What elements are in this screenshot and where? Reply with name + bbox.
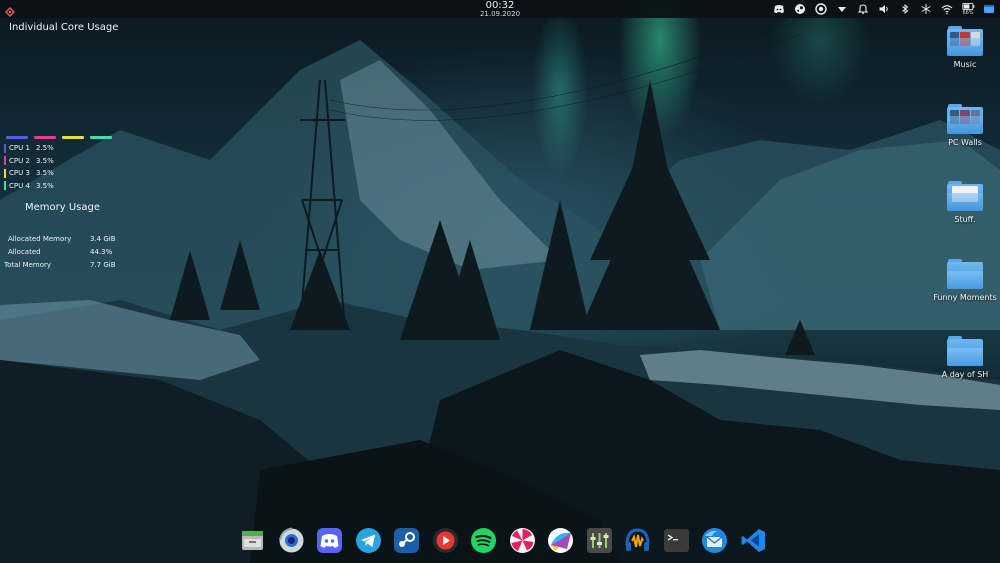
steam-tray-icon[interactable]	[793, 2, 807, 16]
desktop-icon-label: Stuff.	[954, 215, 976, 224]
desktop-icon-label: Music	[953, 60, 977, 69]
cpu-row: CPU 3 3.5%	[4, 167, 54, 180]
cpu-row: CPU 4 3.5%	[4, 180, 54, 193]
snowflake-icon[interactable]	[919, 2, 933, 16]
cpu-row: CPU 2 3.5%	[4, 155, 54, 168]
folder-icon	[947, 336, 983, 366]
cpu-color-marker	[4, 168, 6, 178]
desktop-folder-funny-moments[interactable]: Funny Moments	[930, 259, 1000, 302]
desktop-icon-label: Funny Moments	[933, 293, 997, 302]
mixer-icon[interactable]	[586, 527, 613, 554]
desktop-icon-label: PC Walls	[948, 138, 982, 147]
memory-row: Allocated 44.3%	[4, 245, 124, 258]
top-panel: 00:32 21.09.2020 66%	[0, 0, 1000, 18]
memory-table: Allocated Memory 3.4 GiB Allocated 44.3%…	[4, 232, 124, 271]
memory-row: Allocated Memory 3.4 GiB	[4, 232, 124, 245]
youtube-music-icon[interactable]	[432, 527, 459, 554]
memory-label: Total Memory	[4, 260, 52, 269]
cpu-row: CPU 1 2.5%	[4, 142, 54, 155]
folder-icon	[947, 26, 983, 56]
volume-icon[interactable]	[877, 2, 891, 16]
cpu-color-marker	[4, 143, 6, 153]
telegram-icon[interactable]	[355, 527, 382, 554]
cpu-name: CPU 2	[9, 156, 30, 165]
battery-icon[interactable]: 66%	[961, 2, 975, 16]
memory-row: Total Memory 7.7 GiB	[4, 258, 124, 271]
folder-icon	[947, 259, 983, 289]
file-manager-icon[interactable]	[239, 527, 266, 554]
folder-icon	[947, 181, 983, 211]
cpu-list: CPU 1 2.5% CPU 2 3.5% CPU 3 3.5% CPU 4 3…	[4, 142, 54, 192]
memory-label: Allocated Memory	[8, 234, 72, 243]
memory-label: Allocated	[8, 247, 41, 256]
lollypop-icon[interactable]	[509, 527, 536, 554]
folder-icon	[947, 104, 983, 134]
clock[interactable]: 00:32 21.09.2020	[450, 0, 550, 18]
desktop-folder-pc-walls[interactable]: PC Walls	[930, 104, 1000, 147]
cpu-color-marker	[4, 156, 6, 166]
steam-icon[interactable]	[393, 527, 420, 554]
chromium-icon[interactable]	[278, 527, 305, 554]
cpu-color-marker	[4, 181, 6, 191]
vscode-icon[interactable]	[740, 527, 767, 554]
spotify-icon[interactable]	[470, 527, 497, 554]
core-bar-4	[90, 136, 112, 139]
cpu-name: CPU 1	[9, 144, 30, 153]
clock-date: 21.09.2020	[479, 10, 521, 18]
cpu-value: 2.5%	[36, 144, 54, 153]
discord-tray-icon[interactable]	[772, 2, 786, 16]
wifi-icon[interactable]	[940, 2, 954, 16]
bluetooth-icon[interactable]	[898, 2, 912, 16]
thunderbird-icon[interactable]	[701, 527, 728, 554]
core-bar-2	[34, 136, 56, 139]
app-menu-icon[interactable]	[4, 3, 16, 18]
audacity-icon[interactable]	[624, 527, 651, 554]
krita-icon[interactable]	[547, 527, 574, 554]
memory-usage-title: Memory Usage	[25, 202, 101, 213]
desktop-icon-label: A day of SH	[941, 370, 989, 379]
core-bar-1	[6, 136, 28, 139]
cpu-name: CPU 4	[9, 181, 30, 190]
core-usage-bars	[6, 136, 112, 139]
record-tray-icon[interactable]	[814, 2, 828, 16]
system-tray: 66%	[772, 2, 996, 16]
terminal-icon[interactable]	[663, 527, 690, 554]
window-icon[interactable]	[982, 2, 996, 16]
bell-icon[interactable]	[856, 2, 870, 16]
cpu-value: 3.5%	[36, 181, 54, 190]
core-usage-title: Individual Core Usage	[9, 22, 119, 33]
battery-percent: 66%	[962, 9, 974, 16]
desktop-folder-music[interactable]: Music	[930, 26, 1000, 69]
cpu-value: 3.5%	[36, 156, 54, 165]
dock	[239, 527, 767, 561]
cpu-value: 3.5%	[36, 169, 54, 178]
memory-value: 44.3%	[90, 247, 113, 256]
wallpaper	[0, 19, 1000, 563]
cpu-name: CPU 3	[9, 169, 30, 178]
memory-value: 3.4 GiB	[90, 234, 116, 243]
desktop-folder-stuff[interactable]: Stuff.	[930, 181, 1000, 224]
desktop-folder-a-day-of-sh[interactable]: A day of SH	[930, 336, 1000, 379]
dropdown-icon[interactable]	[835, 2, 849, 16]
core-bar-3	[62, 136, 84, 139]
memory-value: 7.7 GiB	[90, 260, 116, 269]
discord-icon[interactable]	[316, 527, 343, 554]
